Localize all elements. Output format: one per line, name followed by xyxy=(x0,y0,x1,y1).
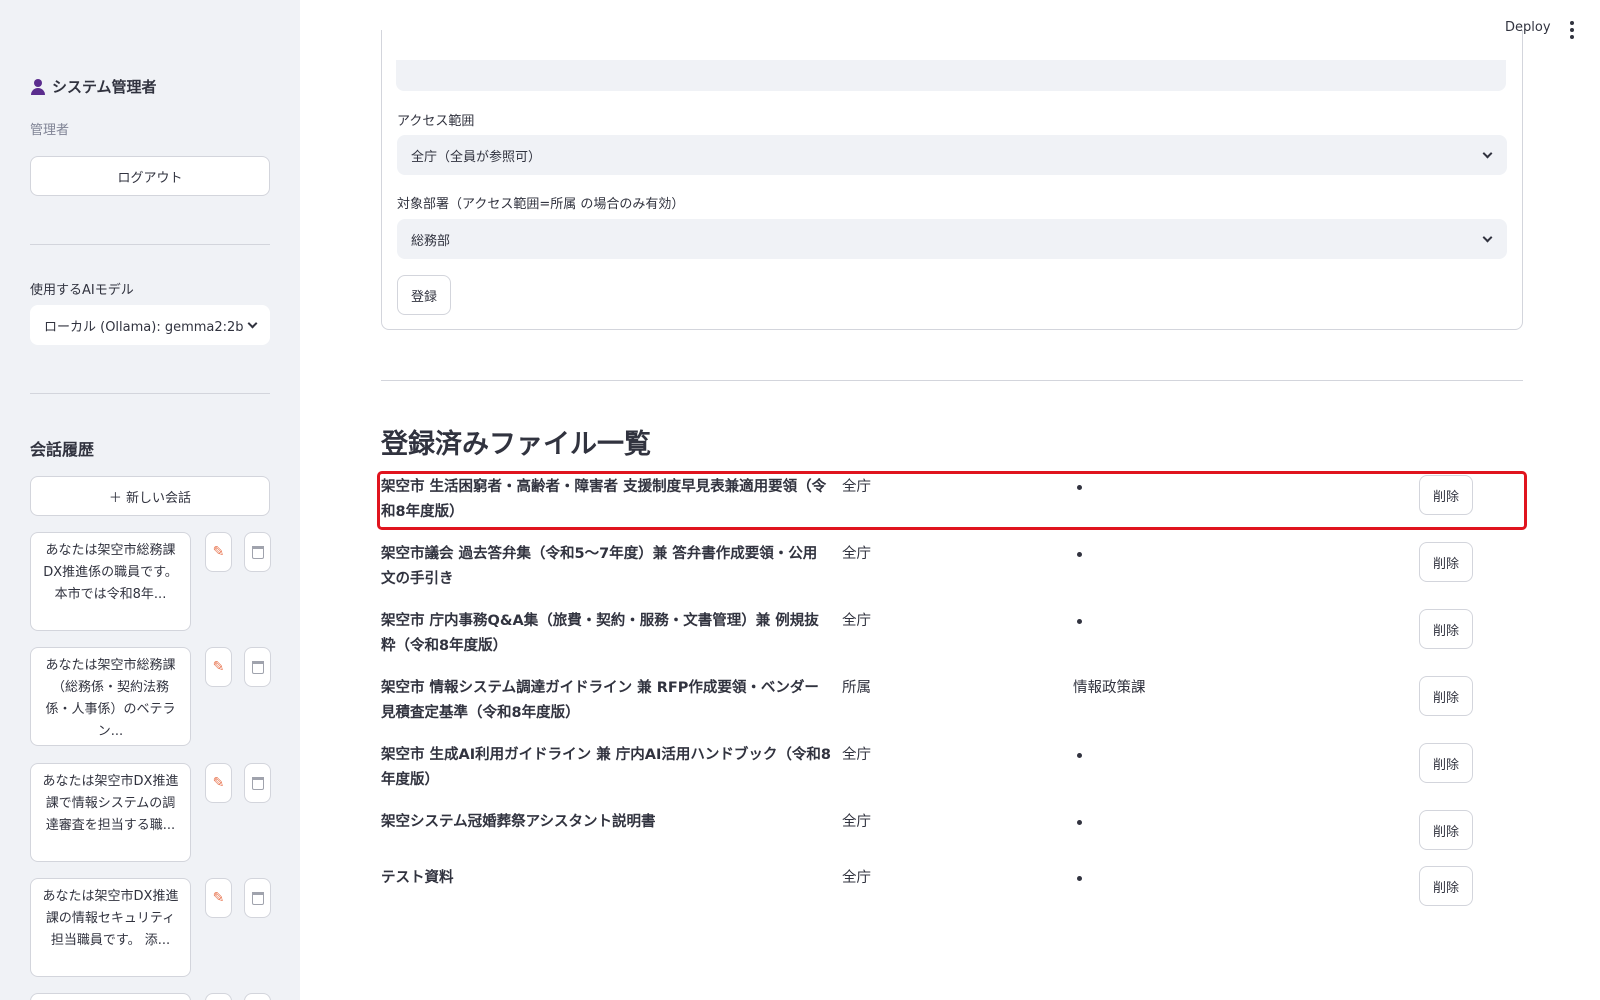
edit-conversation-button[interactable] xyxy=(205,993,232,1000)
conversation-item[interactable]: あなたは架空市総務課DX推進係の職員です。 本市では令和8年... xyxy=(30,532,191,631)
model-label: 使用するAIモデル xyxy=(30,283,134,298)
file-dept xyxy=(1073,475,1082,500)
edit-conversation-button[interactable]: ✎ xyxy=(205,532,232,572)
edit-conversation-button[interactable]: ✎ xyxy=(205,878,232,918)
conversation-item[interactable]: あなたは架空市総務課（総務係・契約法務係・人事係）のベテラン... xyxy=(30,647,191,746)
delete-file-button[interactable]: 削除 xyxy=(1419,609,1473,649)
delete-conversation-button[interactable] xyxy=(244,993,271,1000)
chevron-down-icon xyxy=(1482,232,1493,242)
file-name: 架空市 庁内事務Q&A集（旅費・契約・服務・文書管理）兼 例規抜粋（令和8年度版… xyxy=(381,613,819,654)
delete-file-button[interactable]: 削除 xyxy=(1419,475,1473,515)
delete-file-button[interactable]: 削除 xyxy=(1419,676,1473,716)
file-name: 架空市 生成AI利用ガイドライン 兼 庁内AI活用ハンドブック（令和8年度版） xyxy=(381,747,831,788)
file-uploader[interactable] xyxy=(396,60,1506,91)
file-name: 架空市 生活困窮者・高齢者・障害者 支援制度早見表兼適用要領（令和8年度版） xyxy=(381,479,827,520)
history-title: 会話履歴 xyxy=(30,440,95,459)
empty-dept-bullet xyxy=(1077,752,1082,758)
conversation-item[interactable]: あなたは架空市DX推進課の情報セキュリティ担当職員です。 添... xyxy=(30,878,191,977)
chevron-down-icon xyxy=(247,318,258,328)
file-name: 架空市 情報システム調達ガイドライン 兼 RFP作成要領・ベンダー見積査定基準（… xyxy=(381,680,819,721)
edit-conversation-button[interactable]: ✎ xyxy=(205,647,232,687)
file-dept xyxy=(1073,609,1082,634)
logout-button[interactable]: ログアウト xyxy=(30,156,270,196)
file-dept xyxy=(1073,542,1082,567)
empty-dept-bullet xyxy=(1077,875,1082,881)
file-scope: 全庁 xyxy=(842,747,871,763)
delete-file-button[interactable]: 削除 xyxy=(1419,866,1473,906)
edit-conversation-button[interactable]: ✎ xyxy=(205,763,232,803)
file-scope: 全庁 xyxy=(842,814,871,830)
target-dept-label: 対象部署（アクセス範囲=所属 の場合のみ有効） xyxy=(397,197,685,212)
target-dept-select[interactable]: 総務部 xyxy=(397,219,1507,259)
empty-dept-bullet xyxy=(1077,551,1082,557)
file-dept xyxy=(1073,866,1082,891)
file-scope: 全庁 xyxy=(842,479,871,495)
trash-icon xyxy=(251,776,264,790)
delete-file-button[interactable]: 削除 xyxy=(1419,743,1473,783)
user-header: システム管理者 xyxy=(30,76,157,97)
file-dept xyxy=(1073,743,1082,768)
empty-dept-bullet xyxy=(1077,819,1082,825)
model-select-value: ローカル (Ollama): gemma2:2b xyxy=(44,319,244,335)
file-scope: 所属 xyxy=(842,680,871,696)
file-name: 架空市議会 過去答弁集（令和5〜7年度）兼 答弁書作成要領・公用文の手引き xyxy=(381,546,818,587)
delete-conversation-button[interactable] xyxy=(244,532,271,572)
sidebar-divider xyxy=(30,244,270,245)
pencil-icon: ✎ xyxy=(212,659,225,675)
more-menu-icon[interactable] xyxy=(1570,21,1574,39)
trash-icon xyxy=(251,660,264,674)
pencil-icon: ✎ xyxy=(212,890,225,906)
delete-conversation-button[interactable] xyxy=(244,878,271,918)
pencil-icon: ✎ xyxy=(212,775,225,791)
pencil-icon: ✎ xyxy=(212,544,225,560)
file-scope: 全庁 xyxy=(842,870,871,886)
file-list-title: 登録済みファイル一覧 xyxy=(381,429,651,460)
sidebar: システム管理者 管理者 ログアウト 使用するAIモデル ローカル (Ollama… xyxy=(0,0,300,1000)
empty-dept-bullet xyxy=(1077,618,1082,624)
chevron-down-icon xyxy=(1482,148,1493,158)
model-select[interactable]: ローカル (Ollama): gemma2:2b xyxy=(30,305,270,345)
delete-file-button[interactable]: 削除 xyxy=(1419,542,1473,582)
delete-conversation-button[interactable] xyxy=(244,763,271,803)
conversation-item[interactable] xyxy=(30,993,191,1000)
user-icon xyxy=(30,78,46,95)
file-dept: 情報政策課 xyxy=(1073,680,1146,696)
section-divider xyxy=(381,380,1523,381)
new-chat-button[interactable]: ＋ 新しい会話 xyxy=(30,476,270,516)
file-name: テスト資料 xyxy=(381,870,454,886)
access-scope-select[interactable]: 全庁（全員が参照可） xyxy=(397,135,1507,175)
user-role: 管理者 xyxy=(30,123,70,138)
target-dept-value: 総務部 xyxy=(411,233,451,249)
access-scope-label: アクセス範囲 xyxy=(397,114,475,129)
file-dept xyxy=(1073,810,1082,835)
file-name: 架空システム冠婚葬祭アシスタント説明書 xyxy=(381,814,656,830)
access-scope-value: 全庁（全員が参照可） xyxy=(411,149,542,165)
conversation-item[interactable]: あなたは架空市DX推進課で情報システムの調達審査を担当する職... xyxy=(30,763,191,862)
user-name: システム管理者 xyxy=(52,78,157,96)
delete-file-button[interactable]: 削除 xyxy=(1419,810,1473,850)
trash-icon xyxy=(251,545,264,559)
file-scope: 全庁 xyxy=(842,613,871,629)
empty-dept-bullet xyxy=(1077,484,1082,490)
register-button[interactable]: 登録 xyxy=(397,275,451,315)
sidebar-divider xyxy=(30,393,270,394)
file-scope: 全庁 xyxy=(842,546,871,562)
delete-conversation-button[interactable] xyxy=(244,647,271,687)
trash-icon xyxy=(251,891,264,905)
